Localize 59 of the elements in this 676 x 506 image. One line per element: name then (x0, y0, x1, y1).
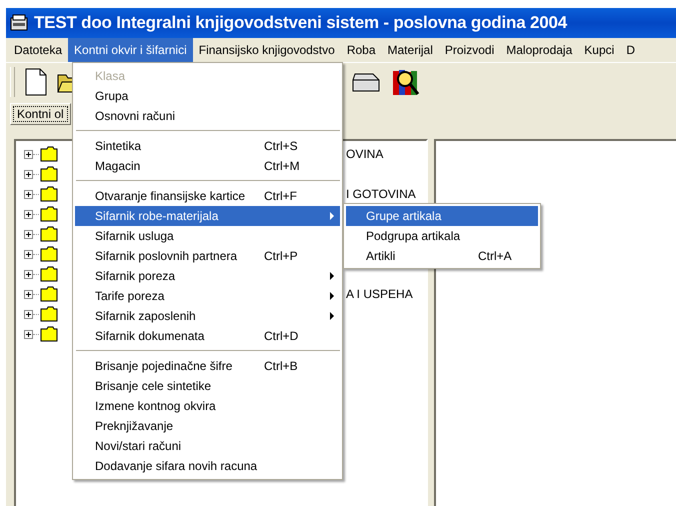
app-icon (10, 14, 28, 32)
menu-item[interactable]: Sifarnik robe-materijala (75, 206, 340, 226)
plus-icon[interactable] (24, 330, 33, 338)
menu-title[interactable]: Kupci (578, 38, 620, 62)
folder-icon (40, 146, 58, 162)
menu-title[interactable]: Proizvodi (438, 38, 500, 62)
book-magnifier-icon[interactable] (391, 67, 421, 97)
menu-item[interactable]: Tarife poreza (75, 286, 340, 306)
menu-item[interactable]: Novi/stari računi (75, 436, 340, 456)
plus-icon[interactable] (24, 270, 33, 278)
tab-button[interactable]: Kontni ol (10, 103, 71, 125)
menu-item[interactable]: Artikli Ctrl+A (346, 246, 538, 266)
plus-icon[interactable] (24, 310, 33, 318)
menu-title[interactable]: Datoteka (8, 38, 68, 62)
folder-icon (40, 206, 58, 222)
folder-icon (40, 306, 58, 322)
plus-icon[interactable] (24, 210, 33, 218)
folder-icon (40, 266, 58, 282)
plus-icon[interactable] (24, 150, 33, 158)
menu-title[interactable]: Materijal (382, 38, 439, 62)
menu-item[interactable]: Sintetika Ctrl+S (75, 136, 340, 156)
menu-title[interactable]: Kontni okvir i šifarnici (68, 38, 193, 62)
menu-title[interactable]: Maloprodaja (500, 38, 578, 62)
menu-item[interactable]: Magacin Ctrl+M (75, 156, 340, 176)
menu-title[interactable]: Roba (340, 38, 382, 62)
folder-icon (40, 166, 58, 182)
folder-icon (40, 186, 58, 202)
folder-icon (40, 326, 58, 342)
plus-icon[interactable] (24, 230, 33, 238)
menu-item[interactable]: Izmene kontnog okvira (75, 396, 340, 416)
menu-item[interactable]: Podgrupa artikala (346, 226, 538, 246)
menu-item[interactable]: Dodavanje sifara novih racuna (75, 456, 340, 476)
tray-icon[interactable] (351, 71, 381, 93)
menu-item[interactable]: Grupe artikala (346, 206, 538, 226)
menu-item[interactable]: Sifarnik usluga (75, 226, 340, 246)
folder-icon (40, 286, 58, 302)
menu-title[interactable]: Finansijsko knjigovodstvo (192, 38, 341, 62)
plus-icon[interactable] (24, 190, 33, 198)
menu-title[interactable]: D (620, 38, 641, 62)
plus-icon[interactable] (24, 170, 33, 178)
tree-item-label[interactable]: I GOTOVINA (346, 187, 416, 201)
plus-icon[interactable] (24, 250, 33, 258)
new-document-icon[interactable] (25, 68, 47, 96)
folder-icon (40, 226, 58, 242)
menu-item[interactable]: Sifarnik dokumenata Ctrl+D (75, 326, 340, 346)
menu-item[interactable]: Otvaranje finansijske kartice Ctrl+F (75, 186, 340, 206)
menu-item[interactable]: Sifarnik poreza (75, 266, 340, 286)
tree-item-label[interactable]: A I USPEHA (346, 287, 413, 301)
menu-item[interactable]: Preknjižavanje (75, 416, 340, 436)
menu-item[interactable]: Brisanje pojedinačne šifre Ctrl+B (75, 356, 340, 376)
menu-item[interactable]: Sifarnik zaposlenih (75, 306, 340, 326)
menu-item[interactable]: Brisanje cele sintetike (75, 376, 340, 396)
menu-item[interactable]: Osnovni računi (75, 106, 340, 126)
tree-item-label[interactable]: OVINA (346, 147, 384, 161)
folder-icon (40, 246, 58, 262)
window-title: TEST doo Integralni knjigovodstveni sistem - poslovna godina 2004 (34, 13, 567, 33)
menu-item[interactable]: Grupa (75, 86, 340, 106)
plus-icon[interactable] (24, 290, 33, 298)
menu-item[interactable]: Sifarnik poslovnih partnera Ctrl+P (75, 246, 340, 266)
